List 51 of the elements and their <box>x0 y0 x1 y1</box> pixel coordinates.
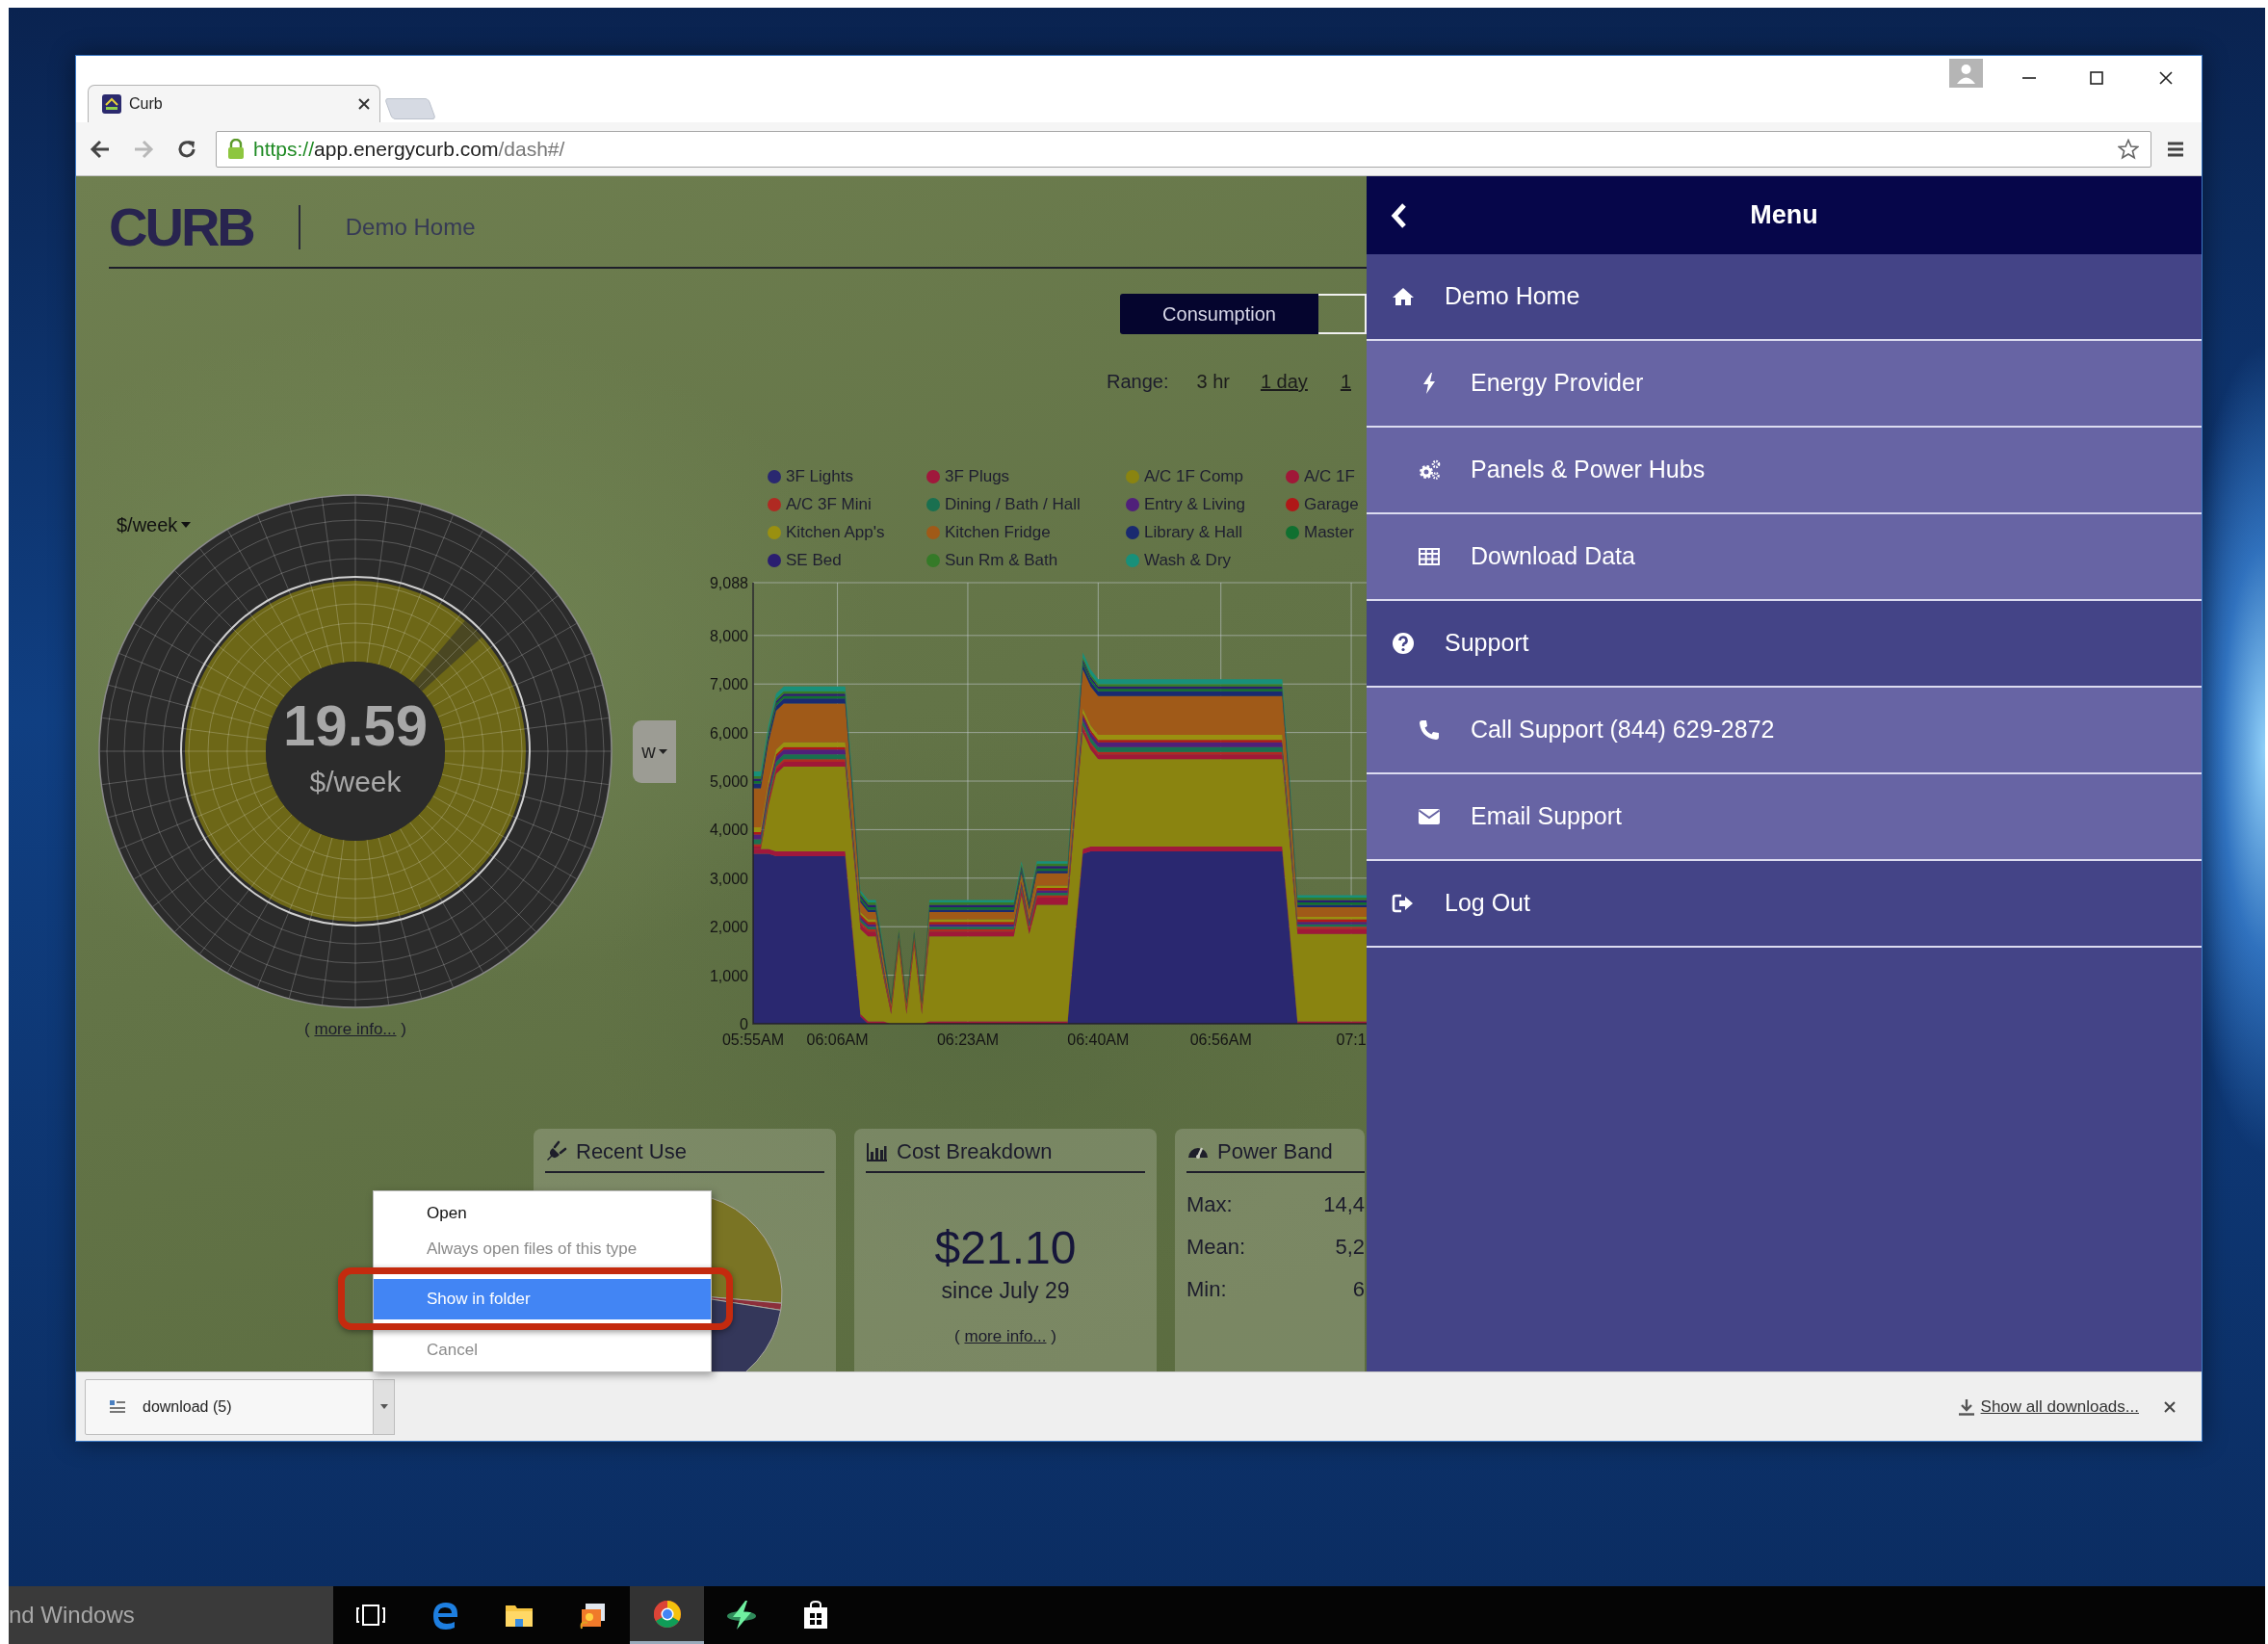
legend-label: Sun Rm & Bath <box>945 549 1058 571</box>
y-axis-label: 9,088 <box>709 575 748 591</box>
legend-label: Library & Hall <box>1144 521 1243 543</box>
legend-label: 3F Lights <box>786 465 853 487</box>
stat-value: 5,2 <box>1335 1233 1365 1261</box>
legend-label: Wash & Dry <box>1144 549 1232 571</box>
legend-label: SE Bed <box>786 549 842 571</box>
x-axis-label: 05:55AM <box>722 1031 784 1048</box>
legend-label: Entry & Living <box>1144 493 1245 515</box>
y-axis-label: 0 <box>740 1016 748 1032</box>
logo: CURB <box>109 200 253 254</box>
x-axis-label: 06:56AM <box>1189 1031 1252 1048</box>
legend-label: Dining / Bath / Hall <box>945 493 1081 515</box>
x-axis-label: 06:40AM <box>1067 1031 1130 1048</box>
y-axis-label: 7,000 <box>709 676 748 693</box>
url-text: https://app.energycurb.com/dash#/ <box>253 136 565 162</box>
y-axis-label: 8,000 <box>709 627 748 644</box>
x-axis-label: 06:06AM <box>806 1031 869 1048</box>
legend-label: A/C 1F <box>1304 465 1355 487</box>
card-title: Power Band <box>1217 1138 1333 1165</box>
stat-label: Min: <box>1186 1275 1227 1303</box>
cost-amount: $21.10 <box>934 1225 1077 1271</box>
y-axis-label: 3,000 <box>709 870 748 887</box>
legend-label: Kitchen Fridge <box>945 521 1051 543</box>
menu-title: Menu <box>1750 199 1818 232</box>
x-axis-label: 07:1 <box>1336 1031 1367 1048</box>
legend-label: Master <box>1304 521 1354 543</box>
stat-value: 14,4 <box>1323 1190 1365 1218</box>
since-date: since July 29 <box>941 1278 1070 1303</box>
gauge-value: 19.59 <box>282 693 429 758</box>
legend-label: A/C 3F Mini <box>786 493 872 515</box>
more-info-text: ( more info... ) <box>954 1326 1056 1347</box>
y-axis-label: 4,000 <box>709 822 748 839</box>
y-axis-label: 6,000 <box>709 724 748 742</box>
card-title: Recent Use <box>576 1138 687 1165</box>
y-axis-label: 1,000 <box>709 967 748 984</box>
legend-label: 3F Plugs <box>945 465 1010 487</box>
legend-label: Kitchen App's <box>786 521 885 543</box>
stat-label: Mean: <box>1186 1233 1246 1261</box>
y-axis-label: 5,000 <box>709 773 748 790</box>
x-axis-label: 06:23AM <box>936 1031 999 1048</box>
legend-label: A/C 1F Comp <box>1144 465 1243 487</box>
y-axis-label: 2,000 <box>709 919 748 936</box>
gauge-unit: $/week <box>309 766 402 797</box>
range-label: Range: <box>1106 370 1169 394</box>
legend-label: Garage <box>1304 493 1359 515</box>
more-info-text: ( more info... ) <box>304 1019 406 1040</box>
stat-value: 6 <box>1352 1275 1365 1303</box>
home-title: Demo Home <box>345 213 476 242</box>
card-title: Cost Breakdown <box>897 1138 1053 1165</box>
stat-label: Max: <box>1186 1190 1233 1218</box>
